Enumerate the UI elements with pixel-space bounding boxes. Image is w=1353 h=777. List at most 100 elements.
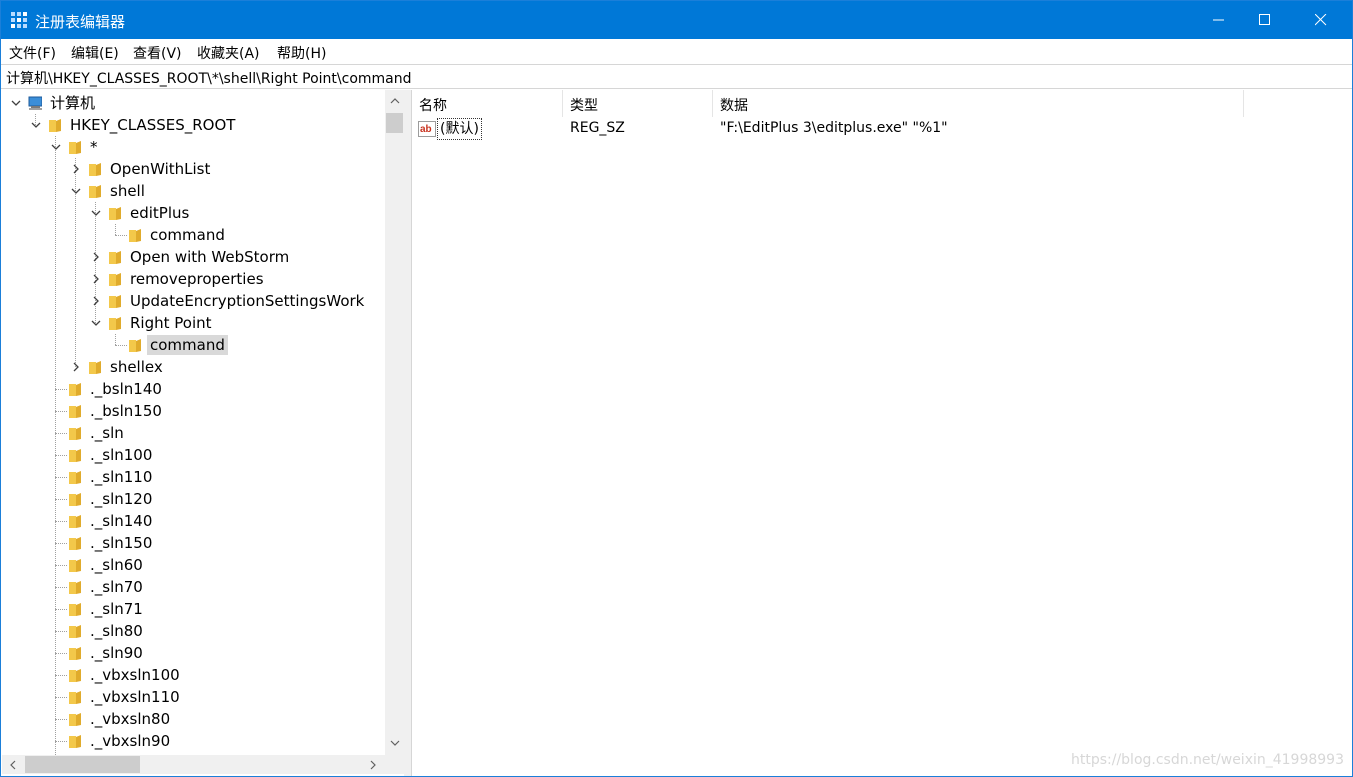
chevron-down-icon[interactable] <box>11 98 21 108</box>
tree-item[interactable]: ._sln150 <box>2 532 385 554</box>
chevron-down-icon[interactable] <box>91 208 101 218</box>
chevron-down-icon[interactable] <box>91 318 101 328</box>
tree-item-label[interactable]: * <box>87 137 101 157</box>
folder-icon <box>109 295 121 308</box>
tree-item-label[interactable]: ._vbxsln90 <box>87 731 173 751</box>
tree-item-label[interactable]: editPlus <box>127 203 192 223</box>
title-bar[interactable]: 注册表编辑器 <box>1 1 1352 39</box>
tree-item-label[interactable]: ._bsln140 <box>87 379 165 399</box>
pane-splitter[interactable] <box>404 90 411 776</box>
tree-item[interactable]: 计算机 <box>2 92 385 114</box>
tree-item[interactable]: HKEY_CLASSES_ROOT <box>2 114 385 136</box>
tree-item-label[interactable]: removeproperties <box>127 269 267 289</box>
value-name[interactable]: (默认) <box>437 118 482 140</box>
chevron-right-icon[interactable] <box>91 252 101 262</box>
tree-item-label[interactable]: ._sln120 <box>87 489 155 509</box>
column-header-name[interactable]: 名称 <box>412 90 563 117</box>
tree-item[interactable]: ._sln90 <box>2 642 385 664</box>
tree-item[interactable]: Open with WebStorm <box>2 246 385 268</box>
tree-item[interactable]: command <box>2 334 385 356</box>
tree-item[interactable]: ._sln120 <box>2 488 385 510</box>
chevron-right-icon[interactable] <box>91 274 101 284</box>
tree-item-label[interactable]: command <box>147 225 228 245</box>
tree-item[interactable]: shell <box>2 180 385 202</box>
registry-tree-pane[interactable]: 计算机 HKEY_CLASSES_ROOT * OpenWithList shell ed… <box>2 90 404 776</box>
tree-item[interactable]: editPlus <box>2 202 385 224</box>
tree-item[interactable]: ._sln <box>2 422 385 444</box>
tree-item-label[interactable]: ._sln90 <box>87 643 146 663</box>
value-row[interactable]: ab (默认) REG_SZ "F:\EditPlus 3\editplus.e… <box>412 118 1352 140</box>
tree-item[interactable]: ._sln140 <box>2 510 385 532</box>
tree-item-label[interactable]: ._vbxsln110 <box>87 687 183 707</box>
tree-vertical-scrollbar[interactable] <box>385 90 404 755</box>
tree-vertical-scroll-thumb[interactable] <box>386 113 403 133</box>
tree-item[interactable]: removeproperties <box>2 268 385 290</box>
tree-horizontal-scroll-thumb[interactable] <box>25 756 140 773</box>
values-list-pane[interactable]: 名称 类型 数据 ab (默认) REG_SZ "F:\EditPlus 3\e… <box>411 90 1352 776</box>
tree-item-label[interactable]: Open with WebStorm <box>127 247 292 267</box>
address-path[interactable]: 计算机\HKEY_CLASSES_ROOT\*\shell\Right Poin… <box>6 68 412 88</box>
tree-item-label[interactable]: ._sln80 <box>87 621 146 641</box>
menu-favorites[interactable]: 收藏夹(A) <box>197 43 260 63</box>
tree-item-label[interactable]: ._sln150 <box>87 533 155 553</box>
tree-item[interactable]: shellex <box>2 356 385 378</box>
chevron-down-icon[interactable] <box>51 142 61 152</box>
tree-item-label[interactable]: Right Point <box>127 313 215 333</box>
tree-item[interactable]: ._sln80 <box>2 620 385 642</box>
tree-item[interactable]: OpenWithList <box>2 158 385 180</box>
tree-item-label[interactable]: shellex <box>107 357 166 377</box>
chevron-right-icon[interactable] <box>71 362 81 372</box>
tree-item-label[interactable]: shell <box>107 181 148 201</box>
scroll-down-button[interactable] <box>386 734 403 751</box>
tree-item[interactable]: ._sln60 <box>2 554 385 576</box>
menu-view[interactable]: 查看(V) <box>133 43 182 63</box>
tree-item[interactable]: ._sln110 <box>2 466 385 488</box>
tree-item[interactable]: ._vbxsln90 <box>2 730 385 752</box>
minimize-button[interactable] <box>1196 1 1242 39</box>
scroll-right-button[interactable] <box>364 756 381 773</box>
tree-item-label[interactable]: ._sln110 <box>87 467 155 487</box>
menu-help[interactable]: 帮助(H) <box>277 43 326 63</box>
chevron-down-icon[interactable] <box>71 186 81 196</box>
address-bar[interactable]: 计算机\HKEY_CLASSES_ROOT\*\shell\Right Poin… <box>1 64 1352 89</box>
tree-item-label[interactable]: command <box>147 335 228 355</box>
tree-item[interactable]: ._vbxsln100 <box>2 664 385 686</box>
tree-item[interactable]: ._vbxsln80 <box>2 708 385 730</box>
menu-edit[interactable]: 编辑(E) <box>71 43 119 63</box>
tree-item-label[interactable]: ._sln60 <box>87 555 146 575</box>
tree-item[interactable]: ._bsln150 <box>2 400 385 422</box>
tree-item[interactable]: ._sln100 <box>2 444 385 466</box>
tree-item-label[interactable]: OpenWithList <box>107 159 213 179</box>
tree-item-label[interactable]: ._vbxsln80 <box>87 709 173 729</box>
folder-icon <box>69 691 81 704</box>
tree-horizontal-scrollbar[interactable] <box>2 755 385 774</box>
tree-item-label[interactable]: ._sln <box>87 423 127 443</box>
tree-item[interactable]: command <box>2 224 385 246</box>
chevron-down-icon[interactable] <box>31 120 41 130</box>
tree-item-label[interactable]: ._sln140 <box>87 511 155 531</box>
tree-item[interactable]: ._sln70 <box>2 576 385 598</box>
tree-item-label[interactable]: ._sln71 <box>87 599 146 619</box>
close-button[interactable] <box>1298 1 1344 39</box>
menu-file[interactable]: 文件(F) <box>9 43 56 63</box>
tree-item-label[interactable]: ._sln100 <box>87 445 155 465</box>
tree-item-label[interactable]: ._sln70 <box>87 577 146 597</box>
tree-item[interactable]: * <box>2 136 385 158</box>
tree-item[interactable]: Right Point <box>2 312 385 334</box>
column-header-data[interactable]: 数据 <box>713 90 1244 117</box>
column-header-type[interactable]: 类型 <box>563 90 713 117</box>
tree-item-label[interactable]: ._vbxsln100 <box>87 665 183 685</box>
scroll-up-button[interactable] <box>386 92 403 109</box>
chevron-right-icon[interactable] <box>71 164 81 174</box>
maximize-button[interactable] <box>1242 1 1288 39</box>
chevron-right-icon[interactable] <box>91 296 101 306</box>
tree-item-label[interactable]: UpdateEncryptionSettingsWork <box>127 291 367 311</box>
tree-item-label[interactable]: ._bsln150 <box>87 401 165 421</box>
tree-item[interactable]: ._vbxsln110 <box>2 686 385 708</box>
tree-item[interactable]: ._bsln140 <box>2 378 385 400</box>
tree-item[interactable]: UpdateEncryptionSettingsWork <box>2 290 385 312</box>
tree-item-label[interactable]: HKEY_CLASSES_ROOT <box>67 115 238 135</box>
scroll-left-button[interactable] <box>4 756 21 773</box>
tree-item[interactable]: ._sln71 <box>2 598 385 620</box>
tree-item-label[interactable]: 计算机 <box>47 93 98 113</box>
